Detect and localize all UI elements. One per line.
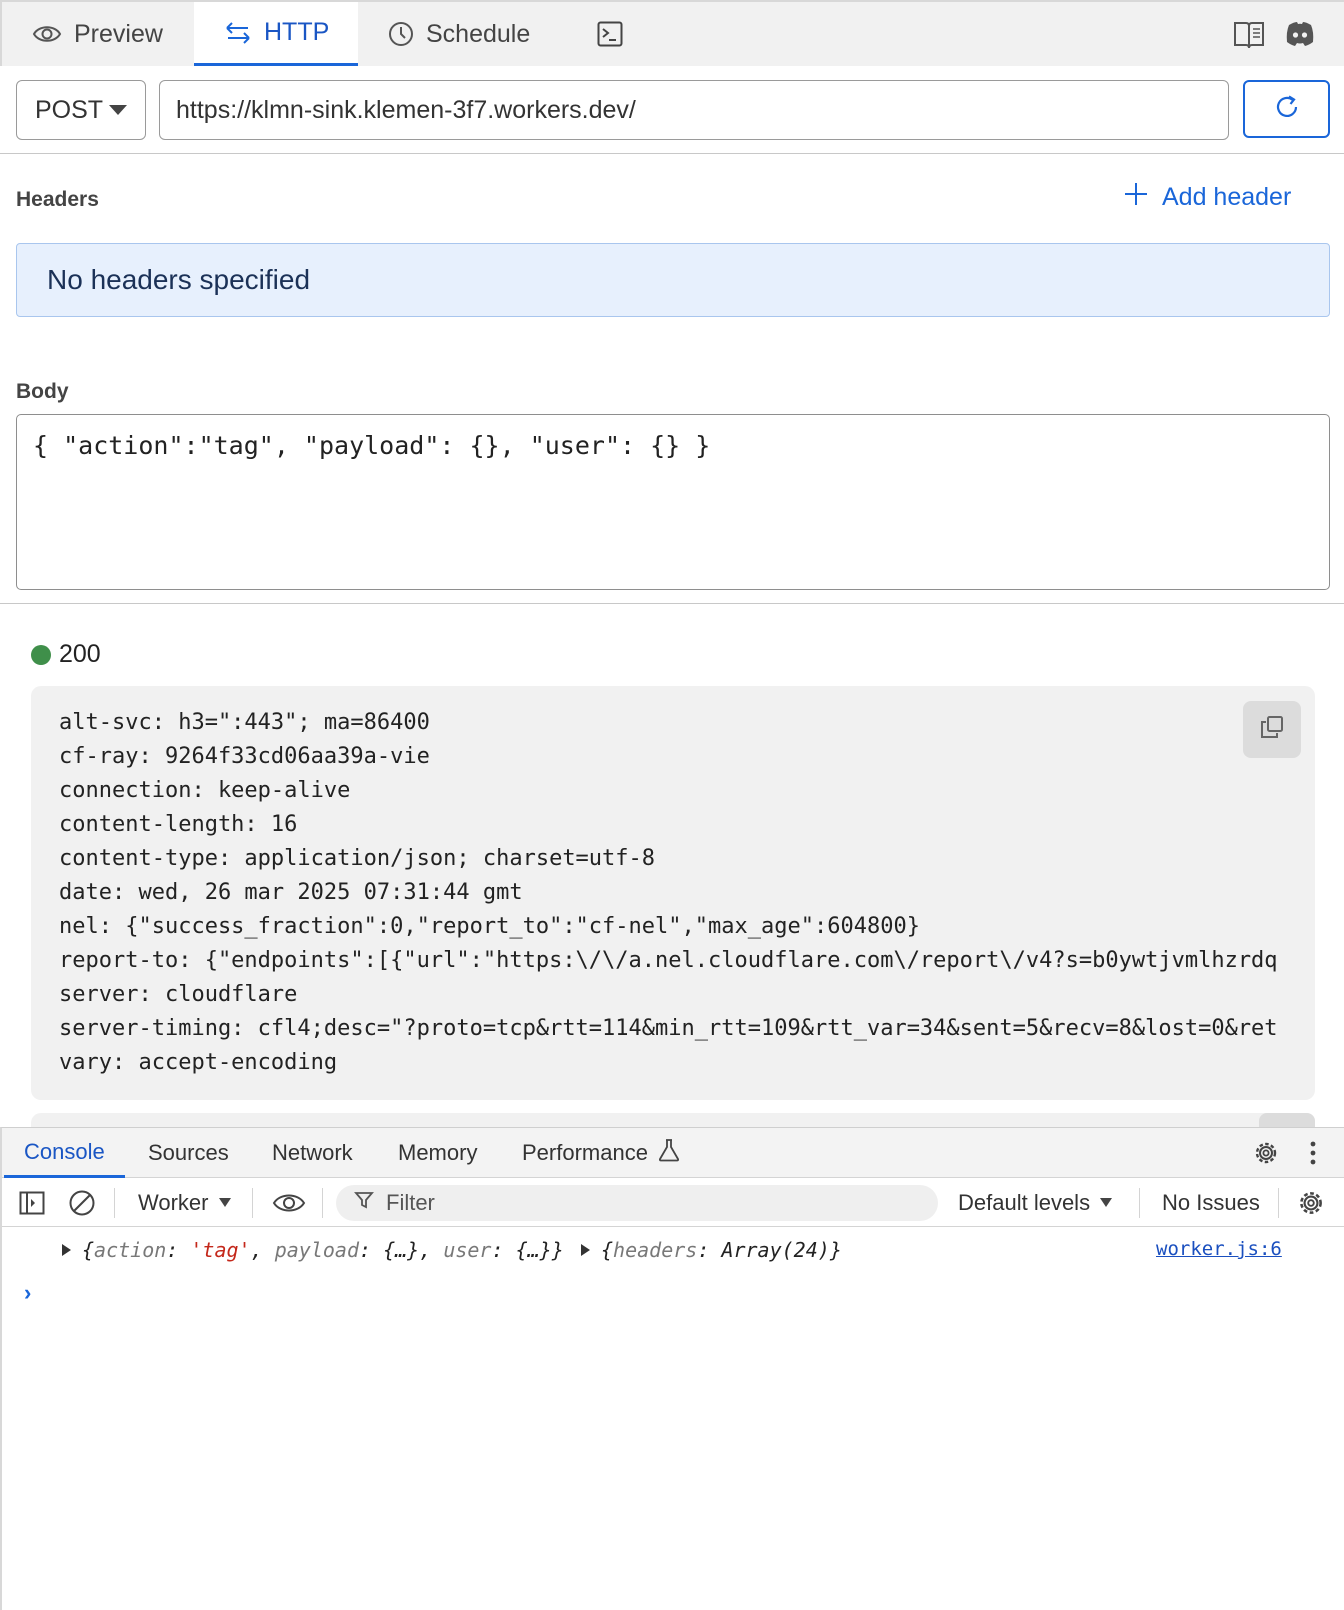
devtools-panel: Console Sources Network Memory Performan… [0,1127,1344,1610]
expand-triangle-icon[interactable] [62,1244,71,1256]
add-header-button[interactable]: Add header [1124,182,1291,213]
url-input[interactable]: https://klmn-sink.klemen-3f7.workers.dev… [159,80,1229,140]
gear-icon[interactable] [1252,1139,1280,1172]
response-header-line: report-to: {"endpoints":[{"url":"https:\… [59,948,1278,973]
tab-terminal[interactable] [597,2,623,66]
chevron-down-icon [109,105,127,115]
response-header-line: vary: accept-encoding [59,1050,338,1075]
console-prompt[interactable]: › [24,1280,31,1306]
log-value: {…} [515,1238,552,1262]
method-value: POST [35,95,104,124]
log-value: Array(24) [721,1238,830,1262]
console-settings-icon[interactable] [1296,1178,1326,1227]
eye-icon [32,23,62,45]
console-log-row: {action: 'tag', payload: {…}, user: {…}}… [2,1228,1344,1272]
log-levels-select[interactable]: Default levels [958,1178,1113,1227]
response-header-line: server: cloudflare [59,982,298,1007]
log-key: action [94,1238,167,1262]
expand-triangle-icon[interactable] [581,1244,590,1256]
tab-label: Performance [522,1140,648,1165]
clock-icon [388,21,414,47]
discord-icon[interactable] [1285,20,1315,53]
log-source-link[interactable]: worker.js:6 [1156,1238,1282,1260]
log-value: 'tag' [190,1238,251,1262]
divider [0,153,1344,154]
clear-console-icon[interactable] [68,1178,96,1227]
sidebar-toggle-icon[interactable] [19,1178,45,1227]
method-select[interactable]: POST [16,80,146,140]
chevron-down-icon [218,1198,231,1207]
top-tab-bar: Preview HTTP Schedule [0,0,1344,66]
copy-button[interactable] [1243,701,1301,758]
response-headers-box: alt-svc: h3=":443"; ma=86400 cf-ray: 926… [31,686,1315,1100]
response-header-line: server-timing: cfl4;desc="?proto=tcp&rtt… [59,1016,1278,1041]
url-value: https://klmn-sink.klemen-3f7.workers.dev… [176,95,636,124]
copy-icon [1259,714,1285,745]
tab-label: Network [272,1140,353,1165]
tab-memory[interactable]: Memory [398,1128,477,1178]
plus-icon [1124,182,1148,213]
response-headers: alt-svc: h3=":443"; ma=86400 cf-ray: 926… [59,706,1315,1080]
tab-label: Schedule [426,19,531,48]
response-header-line: content-length: 16 [59,812,298,837]
body-editor[interactable]: { "action":"tag", "payload": {}, "user":… [16,414,1330,590]
log-key: headers [613,1238,698,1262]
no-headers-message: No headers specified [16,243,1330,317]
response-header-line: nel: {"success_fraction":0,"report_to":"… [59,914,920,939]
response-header-line: content-type: application/json; charset=… [59,846,656,871]
arrows-swap-icon [224,21,252,45]
log-object-2[interactable]: {headers: Array(24)} [601,1238,842,1262]
tab-label: Memory [398,1140,478,1165]
log-key: payload [274,1238,359,1262]
tab-schedule[interactable]: Schedule [388,2,530,66]
context-select[interactable]: Worker [138,1178,231,1227]
status-dot-icon [31,644,51,665]
response-header-line: cf-ray: 9264f33cd06aa39a-vie [59,744,430,769]
filter-placeholder: Filter [386,1190,435,1215]
toolbar-divider [322,1188,323,1218]
tab-preview[interactable]: Preview [32,2,163,66]
console-filter-input[interactable]: Filter [336,1185,938,1221]
filter-icon [354,1190,374,1216]
terminal-icon [597,21,623,47]
toolbar-divider [1278,1188,1279,1218]
toolbar-divider [252,1188,253,1218]
refresh-icon [1274,94,1300,125]
devtools-tab-bar: Console Sources Network Memory Performan… [2,1128,1344,1178]
log-value: {…} [383,1238,420,1262]
tab-label: Sources [148,1140,229,1165]
tab-sources[interactable]: Sources [148,1128,229,1178]
log-object-1[interactable]: {action: 'tag', payload: {…}, user: {…}} [82,1238,564,1262]
tab-console[interactable]: Console [4,1128,125,1178]
book-icon[interactable] [1233,20,1265,55]
toolbar-divider [1139,1188,1140,1218]
tab-performance[interactable]: Performance [522,1128,680,1178]
body-label: Body [16,380,69,403]
status-code: 200 [59,640,101,668]
divider [0,603,1344,604]
response-header-line: date: wed, 26 mar 2025 07:31:44 gmt [59,880,523,905]
tab-http[interactable]: HTTP [194,2,358,66]
response-status: 200 [31,640,101,669]
toolbar-divider [114,1188,115,1218]
add-header-label: Add header [1162,183,1292,211]
log-levels-value: Default levels [958,1189,1091,1215]
flask-icon [658,1138,680,1168]
issues-value: No Issues [1162,1189,1260,1215]
live-expression-eye-icon[interactable] [272,1178,306,1227]
context-value: Worker [138,1189,209,1215]
response-header-line: alt-svc: h3=":443"; ma=86400 [59,710,430,735]
tab-label: Preview [74,19,163,48]
log-key: user [443,1238,492,1262]
tab-label: Console [24,1138,105,1164]
tab-network[interactable]: Network [272,1128,353,1178]
issues-button[interactable]: No Issues [1162,1178,1260,1227]
chevron-down-icon [1100,1198,1113,1207]
send-request-button[interactable] [1243,80,1330,138]
more-options-icon[interactable] [1309,1140,1317,1171]
tab-label: HTTP [264,18,330,46]
response-header-line: connection: keep-alive [59,778,351,803]
headers-label: Headers [16,188,99,211]
